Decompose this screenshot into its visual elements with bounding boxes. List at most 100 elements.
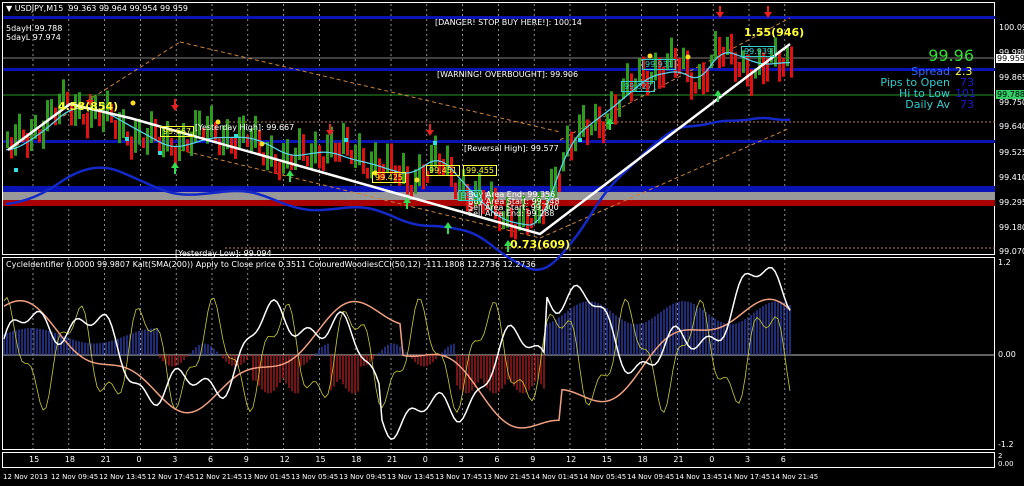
daily-av-value: 73 xyxy=(960,98,974,111)
sell-arrow-icon xyxy=(171,105,179,111)
price-bar xyxy=(98,111,101,127)
price-bar xyxy=(130,136,133,160)
channel-line xyxy=(539,127,791,239)
price-bar xyxy=(326,134,329,164)
price-tick: 99.640 xyxy=(999,122,1024,132)
date-label: 12 Nov 09:45 xyxy=(51,473,99,481)
price-bar xyxy=(738,61,741,78)
signal-square-icon xyxy=(125,137,129,141)
yesterday-low-label: [Yesterday Low]: 99.094 xyxy=(175,249,272,258)
price-bar xyxy=(350,149,353,165)
current-price-tag: 99.959 xyxy=(996,54,1024,63)
price-bar xyxy=(318,145,321,169)
danger-label: [DANGER! STOP BUY HERE!]: 100.14 xyxy=(435,18,582,27)
price-bar xyxy=(18,113,21,142)
arrow-stem xyxy=(767,6,769,12)
green-line-price-tag: 99.788 xyxy=(996,90,1024,99)
signal-square-icon xyxy=(578,138,582,142)
symbol-label[interactable]: ▼ USDJPY,M15 xyxy=(6,4,63,13)
date-label: 14 Nov 05:45 xyxy=(579,473,627,481)
sell-arrow-icon xyxy=(426,130,434,136)
hour-label: 6 xyxy=(780,455,786,464)
hour-label: 21 xyxy=(387,455,398,464)
price-bar xyxy=(142,137,145,148)
price-bar xyxy=(82,113,85,125)
price-tick: 99.525 xyxy=(999,147,1024,157)
price-bar xyxy=(322,156,325,171)
buy-arrow-icon xyxy=(286,170,294,176)
ohlc-values: 99.363 99.964 99.954 99.959 xyxy=(68,4,189,13)
date-label: 14 Nov 17:45 xyxy=(723,473,771,481)
signal-dot-icon xyxy=(130,100,136,106)
hour-label: 0 xyxy=(709,455,715,464)
date-label: 13 Nov 21:45 xyxy=(483,473,531,481)
reversal-high-label: [Reversal High]: 99.577 xyxy=(464,144,559,153)
price-bar xyxy=(594,103,597,131)
current-price-display: 99.96 xyxy=(928,46,974,65)
price-bar xyxy=(86,112,89,139)
hour-label: 6 xyxy=(208,455,214,464)
arrow-stem xyxy=(447,228,449,234)
price-tick: 99.180 xyxy=(999,222,1024,232)
price-box: 99.939 xyxy=(741,46,775,57)
price-bar xyxy=(278,162,281,181)
price-bar xyxy=(334,142,337,162)
signal-dot-icon xyxy=(647,53,653,59)
price-bar xyxy=(722,46,725,67)
date-label: 14 Nov 21:45 xyxy=(771,473,819,481)
buy-arrow-icon xyxy=(444,222,452,228)
price-bar xyxy=(790,46,793,78)
price-bar xyxy=(158,136,161,153)
price-box: 99.451 xyxy=(426,165,460,176)
price-box: 99.827 xyxy=(621,81,655,92)
arrow-stem xyxy=(717,96,719,102)
price-bar xyxy=(582,105,585,137)
signal-square-icon xyxy=(433,141,437,145)
price-bar xyxy=(306,155,309,167)
hour-label: 15 xyxy=(29,455,40,464)
strip-scale-top: 2 xyxy=(998,452,1003,460)
hour-label: 12 xyxy=(566,455,577,464)
price-bar xyxy=(146,127,149,155)
price-bar xyxy=(638,58,641,83)
price-bar xyxy=(530,217,533,229)
price-bar xyxy=(210,105,213,138)
signal-dot-icon xyxy=(685,54,691,60)
date-label: 12 Nov 13:45 xyxy=(99,473,147,481)
price-bar xyxy=(694,82,697,94)
arrow-stem xyxy=(174,99,176,105)
arrow-stem xyxy=(429,124,431,130)
price-tick: 99.865 xyxy=(999,73,1024,83)
price-bar xyxy=(38,129,41,143)
price-bar xyxy=(662,66,665,88)
date-label: 12 Nov 21:45 xyxy=(195,473,243,481)
price-box: 99.931 xyxy=(642,59,676,70)
price-bar xyxy=(714,31,717,60)
swing-label-3: 1.55(946) xyxy=(744,26,805,39)
price-bar xyxy=(454,182,457,200)
price-bar xyxy=(702,62,705,95)
hour-label: 3 xyxy=(458,455,464,464)
price-bar xyxy=(614,94,617,125)
price-bar xyxy=(422,164,425,190)
strip-scale-bottom: 0.00 xyxy=(998,460,1014,468)
symbol-header[interactable]: ▼ USDJPY,M15 99.363 99.964 99.954 99.959 xyxy=(6,4,188,13)
arrow-stem xyxy=(719,6,721,12)
signal-square-icon xyxy=(234,134,238,138)
hour-label: 21 xyxy=(100,455,111,464)
date-label: 13 Nov 01:45 xyxy=(243,473,291,481)
arrow-stem xyxy=(174,168,176,174)
price-tick: 99.750 xyxy=(999,98,1024,108)
price-bar xyxy=(6,131,9,149)
hour-label: 3 xyxy=(745,455,751,464)
price-tick: 99.070 xyxy=(999,246,1024,256)
price-bar xyxy=(434,135,437,168)
price-tick: 99.295 xyxy=(999,197,1024,207)
price-bar xyxy=(406,166,409,195)
price-bar xyxy=(610,91,613,122)
price-bar xyxy=(590,124,593,136)
hour-label: 15 xyxy=(315,455,326,464)
daily-av-label: Daily Av xyxy=(905,98,950,111)
hour-label: 18 xyxy=(637,455,648,464)
hour-label: 9 xyxy=(243,455,249,464)
